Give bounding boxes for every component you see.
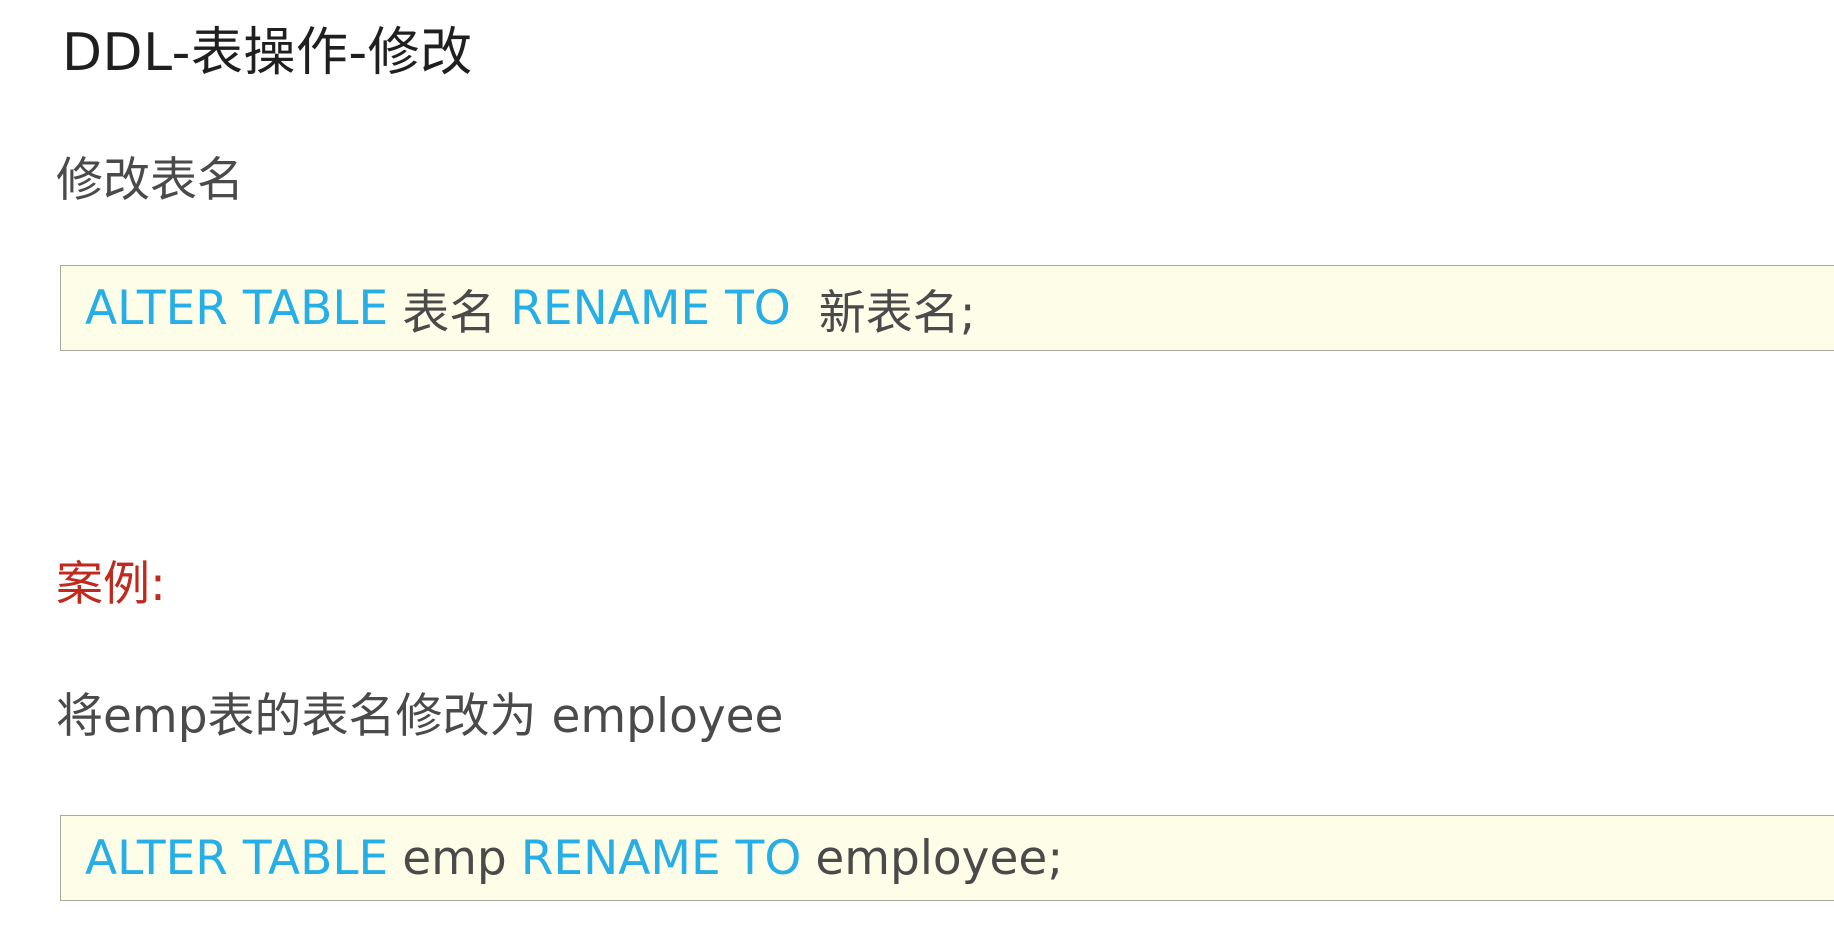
page-title: DDL-表操作-修改: [62, 23, 473, 83]
keyword-rename-to: RENAME TO: [520, 830, 802, 886]
placeholder-table-name: 表名: [402, 285, 497, 341]
keyword-alter-table: ALTER TABLE: [85, 280, 389, 336]
example-description: 将emp表的表名修改为 employee: [56, 689, 784, 744]
example-heading: 案例:: [56, 557, 166, 612]
keyword-rename-to: RENAME TO: [510, 280, 791, 336]
placeholder-new-table-name: 新表名;: [818, 285, 976, 341]
keyword-alter-table: ALTER TABLE: [85, 830, 389, 886]
section-heading-rename-table: 修改表名: [56, 153, 244, 208]
example-code-block: ALTER TABLE emp RENAME TO employee;: [60, 815, 1834, 901]
example-table-name: emp: [402, 830, 507, 886]
syntax-code-block: ALTER TABLE 表名 RENAME TO 新表名;: [60, 265, 1834, 351]
example-new-table-name: employee;: [815, 830, 1064, 886]
